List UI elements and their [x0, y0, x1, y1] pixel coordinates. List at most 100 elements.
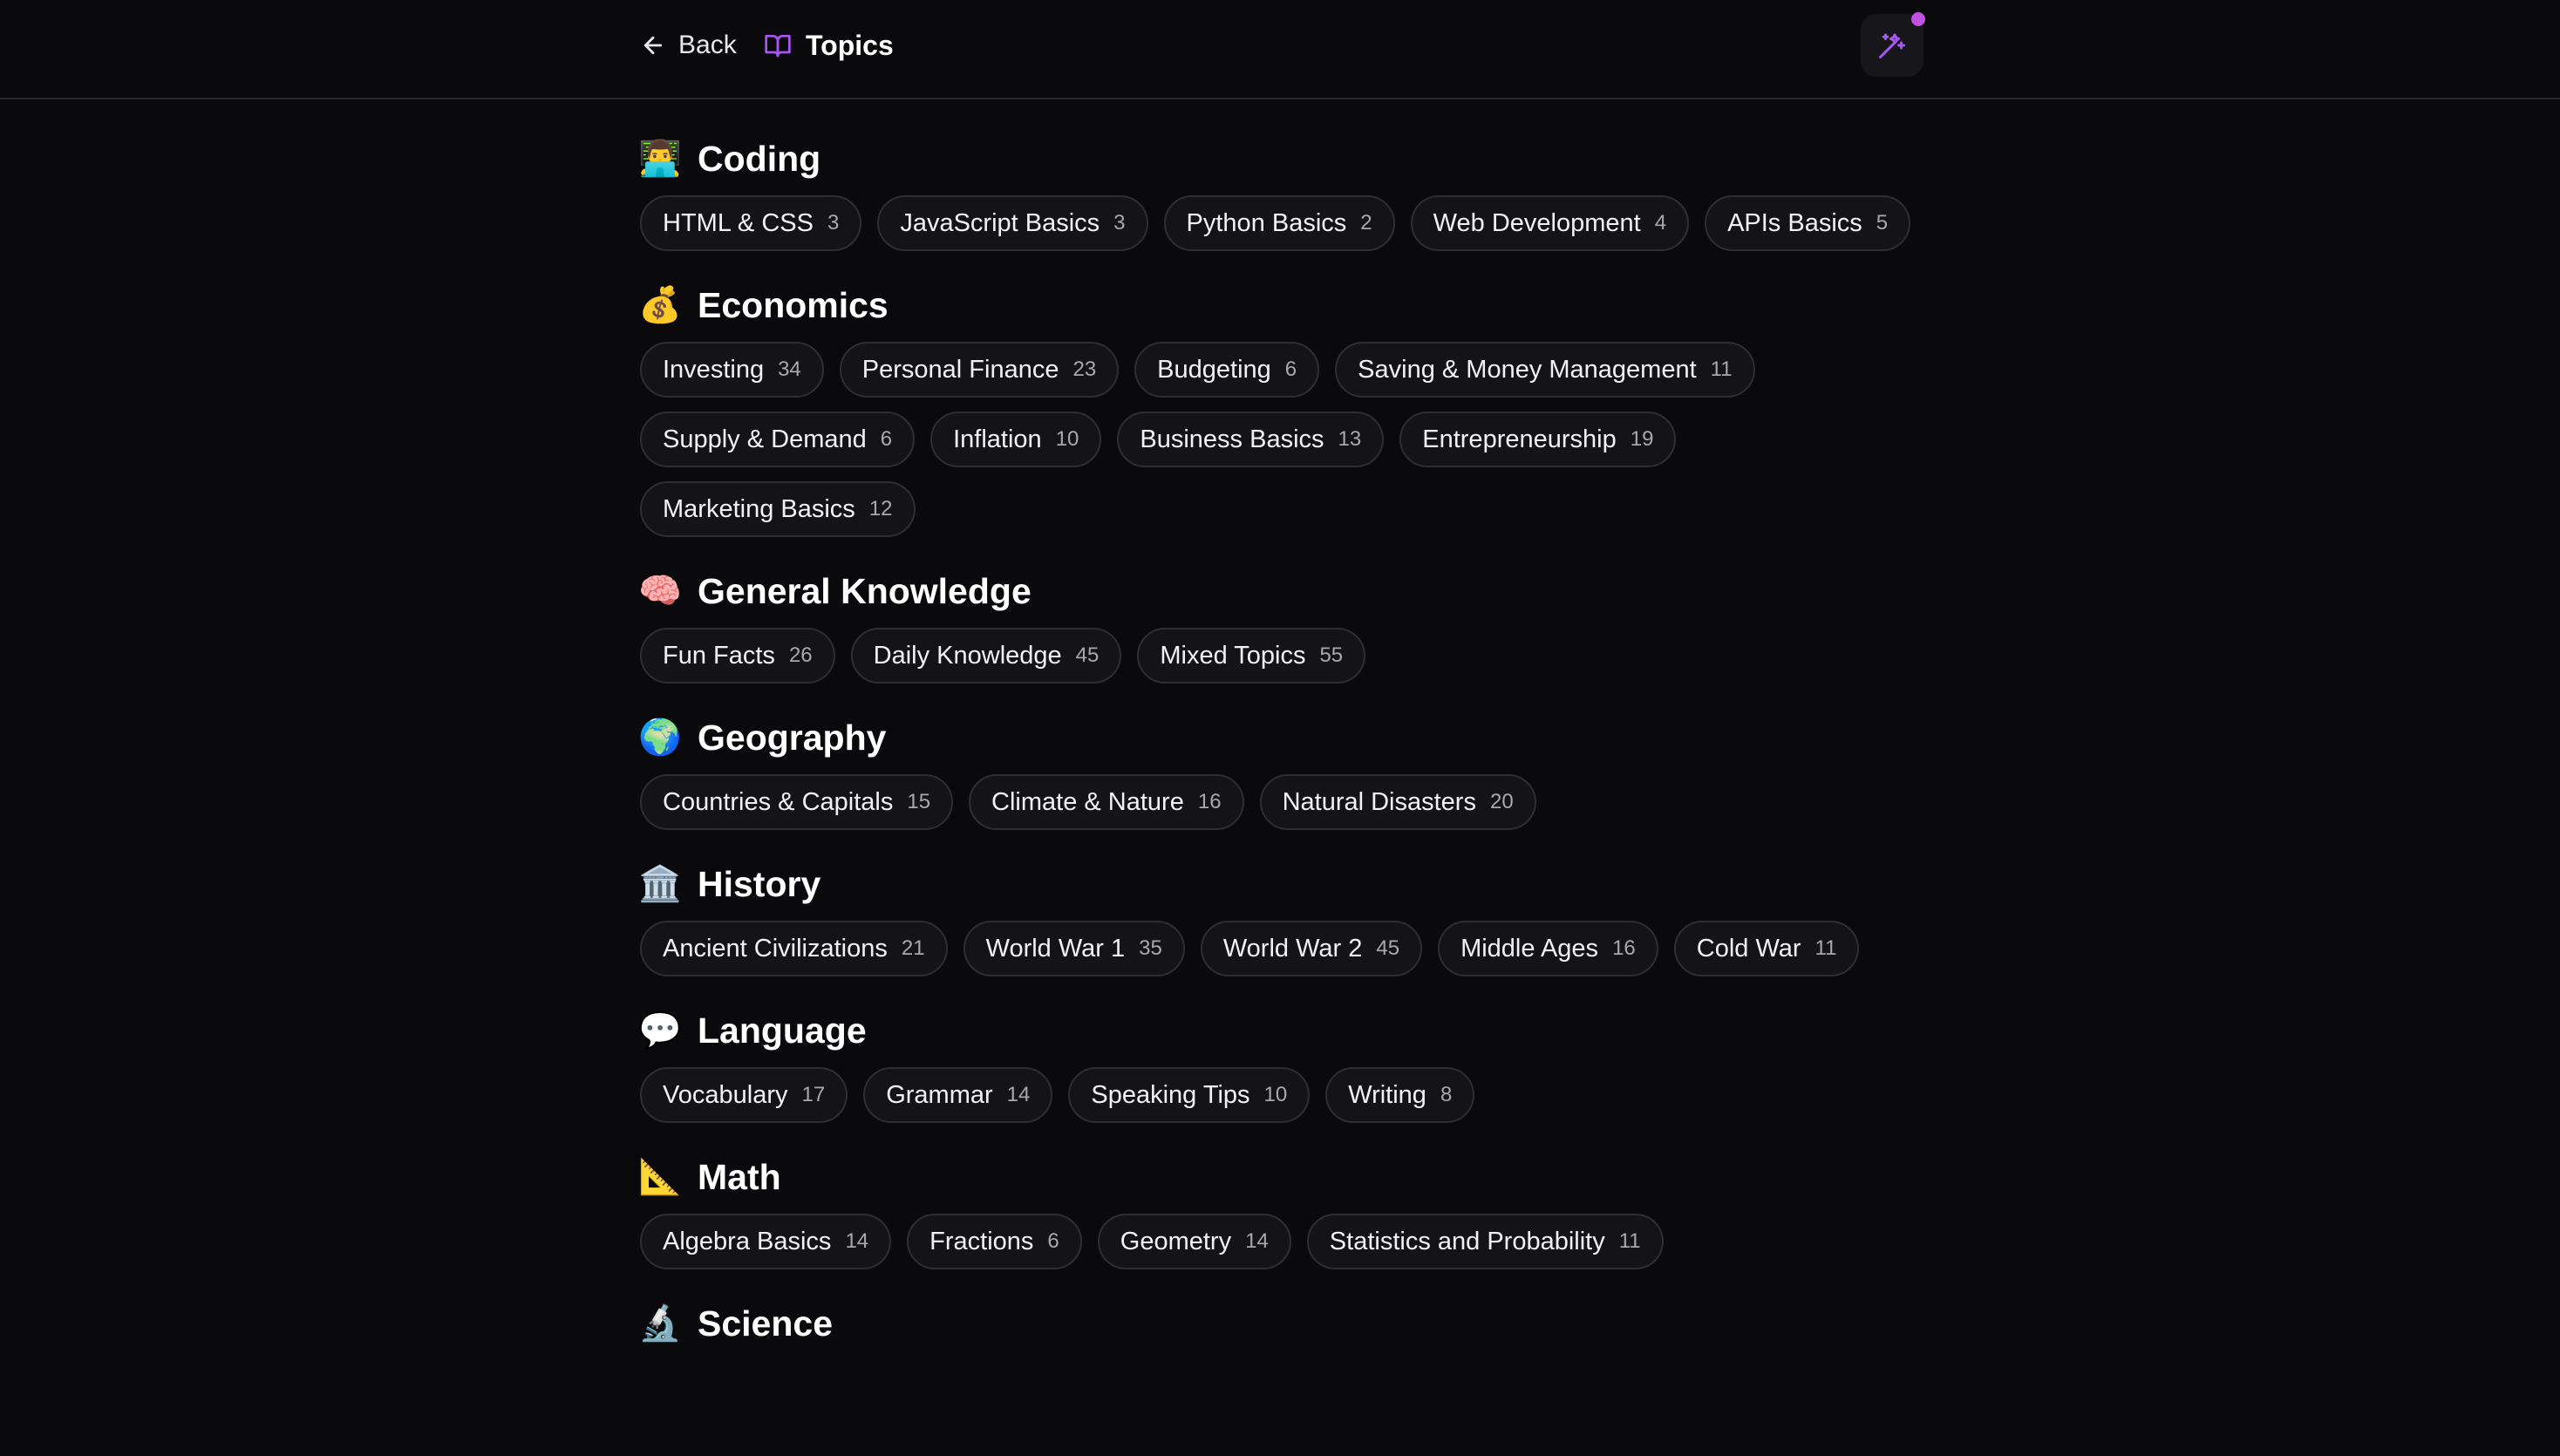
history-icon: 🏛️ — [638, 865, 682, 903]
topic-chip[interactable]: Investing 34 — [640, 342, 824, 398]
topic-count: 16 — [1612, 936, 1636, 960]
topic-chip[interactable]: Statistics and Probability 11 — [1306, 1214, 1664, 1269]
topic-chip[interactable]: Algebra Basics 14 — [640, 1214, 892, 1269]
language-icon: 💬 — [638, 1011, 682, 1050]
topic-chip[interactable]: HTML & CSS 3 — [640, 195, 862, 251]
topic-count: 35 — [1139, 936, 1162, 960]
topic-chip[interactable]: Python Basics 2 — [1163, 195, 1395, 251]
topic-chip-list: Vocabulary 17 Grammar 14 Speaking Tips 10 Writ… — [640, 1067, 1923, 1123]
section-title: Science — [698, 1303, 833, 1344]
topic-label: Inflation — [953, 425, 1042, 453]
section-header: 🌍 Geography — [638, 710, 1923, 765]
topic-chip[interactable]: Daily Knowledge 45 — [850, 628, 1122, 684]
topic-label: Python Basics — [1186, 208, 1347, 237]
topic-chip[interactable]: Fractions 6 — [907, 1214, 1082, 1269]
topic-count: 11 — [1814, 936, 1837, 960]
topic-chip[interactable]: Grammar 14 — [863, 1067, 1053, 1123]
section-title: Economics — [698, 284, 889, 325]
topic-label: World War 2 — [1222, 934, 1363, 963]
topic-chip[interactable]: Natural Disasters 20 — [1259, 774, 1536, 830]
topic-chip[interactable]: Geometry 14 — [1097, 1214, 1291, 1269]
magic-wand-button[interactable] — [1861, 12, 1925, 77]
topic-chip[interactable]: Middle Ages 16 — [1438, 921, 1658, 976]
topic-count: 55 — [1319, 643, 1344, 667]
topic-chip[interactable]: World War 2 45 — [1200, 921, 1423, 976]
topic-label: Business Basics — [1140, 425, 1324, 453]
topic-count: 2 — [1360, 211, 1372, 235]
top-bar: Back Topics — [0, 0, 2560, 99]
topic-chip[interactable]: Ancient Civilizations 21 — [640, 921, 948, 976]
topic-chip[interactable]: Business Basics 13 — [1117, 412, 1385, 467]
topic-count: 11 — [1710, 357, 1733, 381]
topic-count: 10 — [1263, 1083, 1288, 1106]
general-knowledge-icon: 🧠 — [638, 572, 682, 610]
topic-count: 14 — [1245, 1229, 1269, 1253]
topic-chip[interactable]: Budgeting 6 — [1134, 342, 1320, 398]
topic-label: Web Development — [1433, 208, 1641, 237]
section-general-knowledge: 🧠 General Knowledge Fun Facts 26 Daily Knowl… — [638, 563, 1923, 684]
topic-chip[interactable]: Writing 8 — [1325, 1067, 1475, 1123]
topic-count: 4 — [1654, 211, 1667, 235]
topic-label: Climate & Nature — [991, 787, 1184, 816]
magic-wand-icon — [1879, 33, 1905, 58]
topic-label: Speaking Tips — [1091, 1080, 1250, 1109]
section-title: General Knowledge — [698, 570, 1031, 611]
topic-count: 10 — [1055, 427, 1079, 451]
topic-chip-list: Algebra Basics 14 Fractions 6 Geometry 14 Stat… — [640, 1214, 1923, 1269]
topic-chip[interactable]: Personal Finance 23 — [839, 342, 1120, 398]
topic-label: HTML & CSS — [663, 208, 814, 237]
top-bar-inner: Back Topics — [640, 0, 1925, 98]
topic-label: Countries & Capitals — [663, 787, 894, 816]
topic-label: Ancient Civilizations — [663, 934, 888, 963]
topic-label: Entrepreneurship — [1422, 425, 1617, 453]
topic-label: Statistics and Probability — [1329, 1227, 1605, 1255]
section-header: 💰 Economics — [638, 277, 1923, 333]
topic-chip[interactable]: Cold War 11 — [1673, 921, 1860, 976]
topic-chip[interactable]: APIs Basics 5 — [1705, 195, 1911, 251]
section-coding: 👨‍💻 Coding HTML & CSS 3 JavaScript Basics 3 Py… — [638, 131, 1923, 251]
topic-count: 11 — [1618, 1229, 1641, 1253]
section-header: 🏛️ History — [638, 856, 1923, 912]
section-title: Language — [698, 1010, 867, 1051]
topic-chip[interactable]: Web Development 4 — [1410, 195, 1690, 251]
science-icon: 🔬 — [638, 1304, 682, 1343]
topic-label: Budgeting — [1157, 355, 1271, 384]
section-title: History — [698, 863, 821, 904]
topic-chip[interactable]: Inflation 10 — [930, 412, 1102, 467]
section-title: Geography — [698, 717, 887, 758]
topic-chip[interactable]: JavaScript Basics 3 — [877, 195, 1148, 251]
topic-chip[interactable]: Entrepreneurship 19 — [1399, 412, 1677, 467]
topic-chip[interactable]: Vocabulary 17 — [640, 1067, 848, 1123]
topic-chip[interactable]: Mixed Topics 55 — [1137, 628, 1366, 684]
topic-chip[interactable]: Fun Facts 26 — [640, 628, 835, 684]
topic-count: 16 — [1197, 790, 1222, 813]
section-history: 🏛️ History Ancient Civilizations 21 World Wa… — [638, 856, 1923, 976]
topic-chip[interactable]: Countries & Capitals 15 — [640, 774, 954, 830]
topic-label: Daily Knowledge — [873, 641, 1062, 670]
topic-chip[interactable]: World War 1 35 — [963, 921, 1185, 976]
topic-label: Algebra Basics — [663, 1227, 832, 1255]
topic-chip[interactable]: Marketing Basics 12 — [640, 481, 916, 537]
topic-count: 17 — [801, 1083, 826, 1106]
topic-count: 6 — [1284, 357, 1297, 381]
page-title-text: Topics — [806, 29, 894, 61]
topic-label: Marketing Basics — [663, 494, 855, 523]
math-icon: 📐 — [638, 1158, 682, 1196]
geography-icon: 🌍 — [638, 718, 682, 757]
page-title: Topics — [764, 26, 894, 65]
topic-chip[interactable]: Climate & Nature 16 — [969, 774, 1244, 830]
topic-label: World War 1 — [985, 934, 1126, 963]
back-button[interactable]: Back — [640, 26, 737, 65]
arrow-left-icon — [643, 36, 663, 55]
topic-count: 23 — [1072, 357, 1097, 381]
coding-icon: 👨‍💻 — [638, 139, 682, 178]
topic-chip[interactable]: Speaking Tips 10 — [1068, 1067, 1311, 1123]
topic-label: Mixed Topics — [1160, 641, 1306, 670]
topic-chip-list: Ancient Civilizations 21 World War 1 35 Worl… — [640, 921, 1923, 976]
topic-chip[interactable]: Saving & Money Management 11 — [1335, 342, 1755, 398]
topic-chip[interactable]: Supply & Demand 6 — [640, 412, 916, 467]
topic-label: Vocabulary — [663, 1080, 788, 1109]
section-economics: 💰 Economics Investing 34 Personal Finance 23 B… — [638, 277, 1923, 537]
topic-count: 34 — [778, 357, 801, 381]
topic-label: APIs Basics — [1727, 208, 1862, 237]
